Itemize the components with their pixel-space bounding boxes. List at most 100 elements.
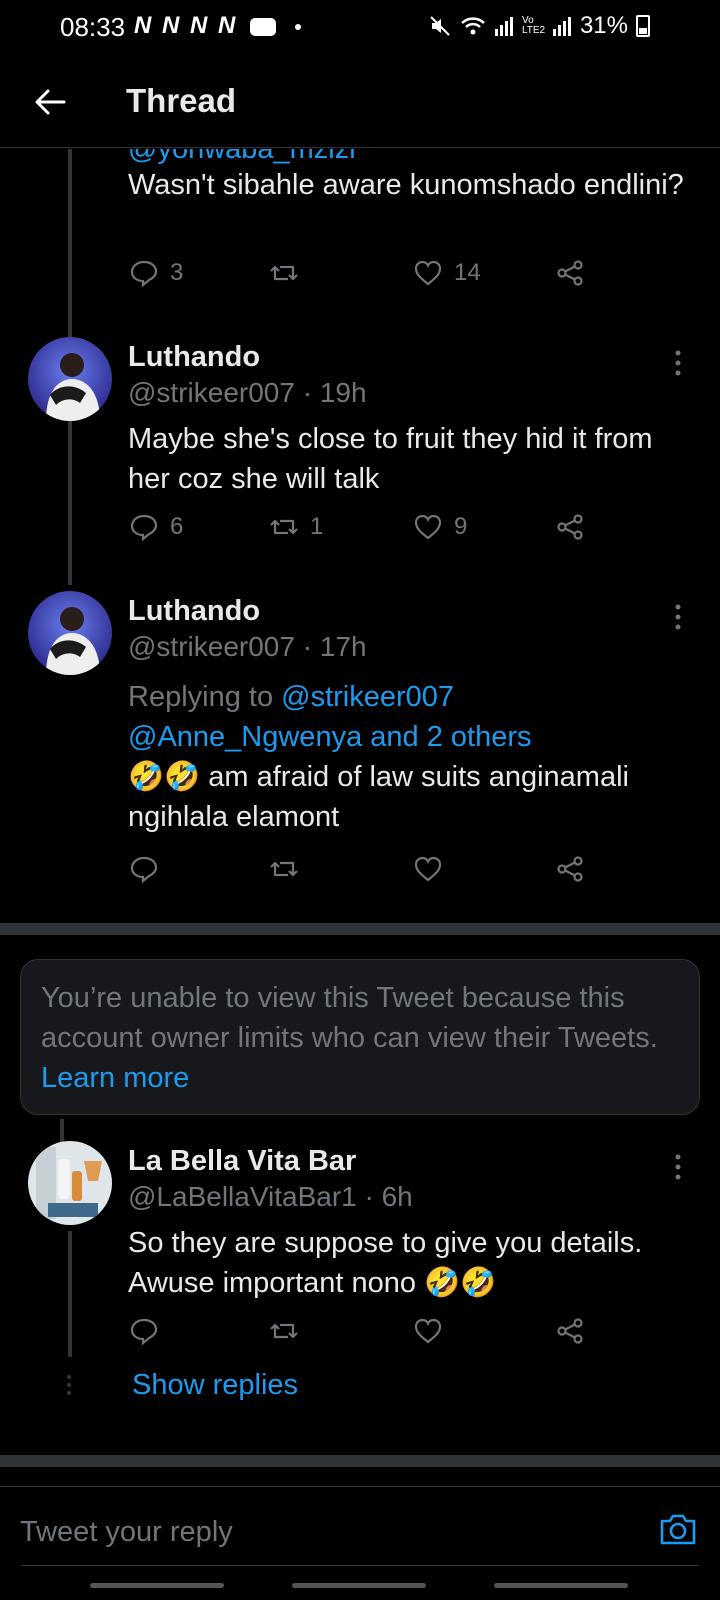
reply-button[interactable] [128, 853, 170, 885]
notification-icons: N N N N [134, 12, 301, 40]
status-time: 08:33 [60, 12, 126, 42]
tweet-text: 🤣🤣 am afraid of law suits anginamali ngi… [128, 761, 629, 833]
reply-button[interactable]: 6 [128, 511, 183, 543]
reply-button[interactable] [128, 1315, 170, 1347]
reply-icon [130, 514, 158, 542]
tweet[interactable]: Luthando @strikeer007 · 19h Maybe she's … [0, 337, 720, 587]
more-button[interactable] [666, 1149, 690, 1185]
reply-button[interactable]: 3 [128, 257, 183, 289]
avatar-image [28, 591, 112, 675]
page-title: Thread [126, 82, 237, 119]
limited-tweet-notice: You’re unable to view this Tweet because… [20, 959, 700, 1115]
share-button[interactable] [554, 257, 586, 289]
retweet-button[interactable] [268, 257, 310, 289]
signal-icon [494, 17, 513, 36]
like-button[interactable]: 14 [412, 257, 481, 289]
heart-icon [414, 1318, 442, 1344]
system-nav-bar [0, 1580, 720, 1588]
tweet-text: So they are suppose to give you details.… [128, 1227, 643, 1299]
share-icon [557, 260, 583, 286]
like-count: 14 [454, 259, 481, 286]
section-separator [0, 923, 720, 935]
camera-button[interactable] [656, 1507, 700, 1551]
share-button[interactable] [554, 1315, 586, 1347]
reply-count: 3 [170, 259, 184, 286]
retweet-icon [270, 519, 298, 535]
display-name[interactable]: Luthando [128, 341, 260, 374]
display-name[interactable]: La Bella Vita Bar [128, 1145, 356, 1178]
heart-icon [414, 514, 442, 540]
back-button[interactable] [28, 80, 72, 124]
more-vertical-icon [675, 604, 681, 630]
nav-home[interactable] [292, 1583, 426, 1588]
retweet-button[interactable]: 1 [268, 511, 323, 543]
tweet-text: Wasn't sibahle aware kunomshado endlini? [128, 169, 684, 201]
retweet-button[interactable] [268, 853, 310, 885]
tweet-actions [128, 1315, 608, 1355]
signal-icon-2 [552, 17, 571, 36]
clipped-mention[interactable]: @yonwaba_mzizi [128, 149, 356, 166]
show-replies-link[interactable]: Show replies [132, 1369, 298, 1402]
notification-icon-group: N N N N [134, 12, 238, 39]
more-vertical-icon [675, 1154, 681, 1180]
thread-content: @yonwaba_mzizi Wasn't sibahle aware kuno… [0, 149, 720, 1479]
avatar-image [28, 1141, 112, 1225]
tweet-actions: 3 14 [128, 257, 608, 297]
handle-time: @strikeer007 · 17h [128, 631, 367, 662]
replying-to: Replying to @strikeer007 @Anne_Ngwenya a… [128, 677, 688, 757]
display-name[interactable]: Luthando [128, 595, 260, 628]
dot-icon [294, 23, 301, 30]
youtube-icon [250, 17, 277, 36]
share-icon [557, 856, 583, 882]
avatar[interactable] [28, 1141, 112, 1225]
nav-recents[interactable] [90, 1583, 224, 1588]
thread-dots-icon [67, 1375, 71, 1395]
learn-more-link[interactable]: Learn more [41, 1062, 189, 1094]
tweet[interactable]: Luthando @strikeer007 · 17h Replying to … [0, 591, 720, 921]
status-bar: 08:33 N N N N Vo LTE2 31% [0, 0, 720, 56]
avatar[interactable] [28, 591, 112, 675]
tweet[interactable]: La Bella Vita Bar @LaBellaVitaBar1 · 6h … [0, 1141, 720, 1471]
replying-prefix: Replying to [128, 681, 282, 713]
heart-icon [414, 856, 442, 882]
reply-icon [130, 1318, 158, 1346]
tweet-actions: 6 1 9 [128, 511, 608, 551]
like-button[interactable] [412, 1315, 454, 1347]
reply-icon [130, 260, 158, 288]
share-button[interactable] [554, 853, 586, 885]
retweet-icon [270, 1323, 298, 1339]
handle-time: @LaBellaVitaBar1 · 6h [128, 1181, 413, 1212]
avatar-image [28, 337, 112, 421]
retweet-count: 1 [310, 513, 324, 540]
back-arrow-icon [35, 89, 66, 115]
mention-link[interactable]: @strikeer007 [281, 681, 454, 713]
reply-icon [130, 856, 158, 884]
nav-back[interactable] [494, 1583, 628, 1588]
app-header: Thread [0, 60, 720, 148]
like-button[interactable] [412, 853, 454, 885]
more-button[interactable] [666, 599, 690, 635]
like-button[interactable]: 9 [412, 511, 467, 543]
avatar[interactable] [28, 337, 112, 421]
tweet-reply-input[interactable] [20, 1507, 620, 1557]
retweet-button[interactable] [268, 1315, 310, 1347]
more-vertical-icon [675, 350, 681, 376]
status-right: Vo LTE2 31% [428, 12, 650, 40]
share-icon [557, 1318, 583, 1344]
thread-line [68, 1231, 72, 1357]
mention-link-others[interactable]: @Anne_Ngwenya and 2 others [128, 721, 531, 753]
handle-time: @strikeer007 · 19h [128, 377, 367, 408]
wifi-icon [461, 17, 485, 35]
more-button[interactable] [666, 345, 690, 381]
section-separator [0, 1455, 720, 1467]
tweet-text: Maybe she's close to fruit they hid it f… [128, 423, 653, 495]
thread-line [68, 149, 72, 337]
share-button[interactable] [554, 511, 586, 543]
reply-underline [20, 1565, 700, 1566]
tweet-actions [128, 853, 608, 893]
battery-percent: 31% [579, 12, 628, 39]
reply-count: 6 [170, 513, 184, 540]
battery-icon [636, 15, 650, 37]
lte-label: Vo LTE2 [521, 15, 546, 36]
retweet-icon [270, 265, 298, 281]
